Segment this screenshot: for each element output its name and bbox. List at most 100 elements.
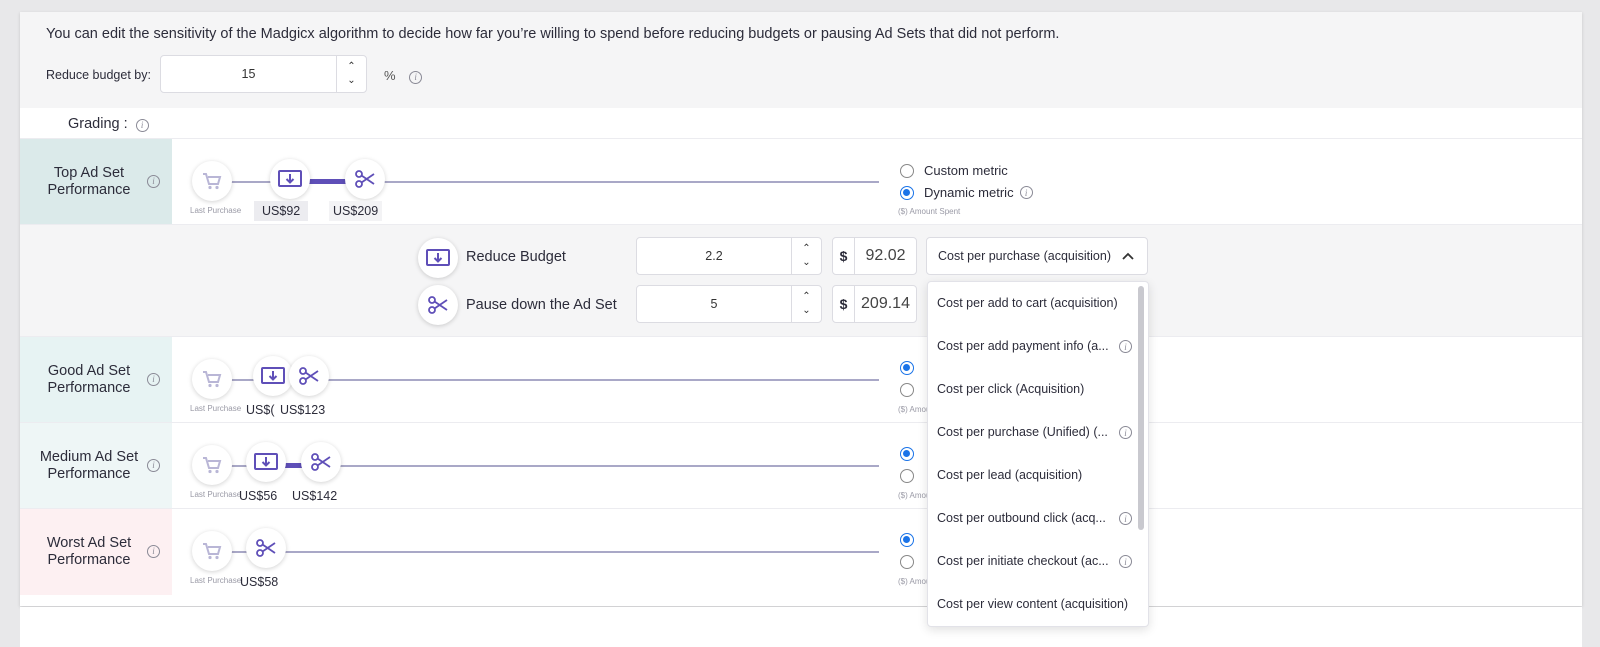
info-icon[interactable]: i	[1019, 186, 1033, 199]
amount-spent-caption: ($) Amount Spent	[898, 207, 961, 216]
dynamic-metric-radio[interactable]	[900, 469, 924, 483]
money-down-icon	[418, 238, 458, 278]
currency-symbol: $	[833, 286, 855, 322]
medium-adset-label: Medium Ad Set Performance i	[20, 423, 172, 508]
dynamic-metric-radio[interactable]: Dynamic metric i	[900, 185, 1033, 200]
custom-metric-radio[interactable]	[900, 533, 924, 547]
pause-multiplier-stepper[interactable]: ⌃ ⌄	[791, 286, 821, 322]
dynamic-metric-radio[interactable]	[900, 555, 924, 569]
metric-option[interactable]: Cost per outbound click (acq...	[937, 511, 1106, 525]
currency-symbol: $	[833, 238, 855, 274]
chevron-up-icon[interactable]: ⌃	[802, 292, 810, 302]
radio-button[interactable]	[900, 555, 914, 569]
metric-dropdown[interactable]: Cost per add to cart (acquisition) Cost …	[927, 281, 1149, 627]
pause-adset-action-label: Pause down the Ad Set	[466, 297, 617, 313]
reduce-budget-value[interactable]: 15	[161, 56, 336, 92]
good-adset-label-text: Good Ad Set Performance	[47, 362, 131, 396]
dropdown-scrollbar[interactable]	[1138, 286, 1144, 530]
pause-amount-label: US$123	[280, 403, 326, 417]
amount-spent-caption: ($) Amou	[898, 491, 931, 500]
worst-adset-label: Worst Ad Set Performance i	[20, 509, 172, 595]
settings-card: You can edit the sensitivity of the Madg…	[20, 12, 1582, 606]
dynamic-metric-label: Dynamic metric	[924, 185, 1014, 200]
scissors-icon[interactable]	[246, 528, 286, 568]
radio-button[interactable]	[900, 469, 914, 483]
pause-amount-label: US$58	[240, 575, 279, 589]
radio-button-selected[interactable]	[900, 533, 914, 547]
custom-metric-radio[interactable]	[900, 447, 924, 461]
grading-label: Grading :	[68, 116, 128, 132]
worst-adset-label-text: Worst Ad Set Performance	[46, 535, 132, 568]
info-icon[interactable]: i	[147, 545, 160, 558]
scissors-icon[interactable]	[345, 159, 385, 199]
dynamic-metric-radio[interactable]	[900, 383, 924, 397]
metric-option[interactable]: Cost per purchase (Unified) (...	[937, 425, 1108, 439]
pause-amount-value[interactable]: 209.14	[855, 286, 916, 322]
custom-metric-radio[interactable]	[900, 361, 924, 375]
metric-option[interactable]: Cost per add to cart (acquisition)	[937, 296, 1118, 310]
money-down-icon[interactable]	[246, 442, 286, 482]
info-icon[interactable]: i	[1119, 426, 1132, 439]
radio-button-selected[interactable]	[900, 447, 914, 461]
cart-icon	[192, 161, 232, 201]
pause-amount-field[interactable]: $ 209.14	[832, 285, 917, 323]
top-adset-label-text: Top Ad Set Performance	[47, 164, 131, 198]
last-purchase-caption: Last Purchase	[190, 576, 242, 585]
header-section: You can edit the sensitivity of the Madg…	[20, 12, 1582, 108]
reduce-budget-input[interactable]: 15 ⌃ ⌄	[160, 55, 367, 93]
chevron-up-icon[interactable]: ⌃	[347, 62, 355, 72]
next-section-card	[20, 607, 1582, 647]
cart-icon	[192, 445, 232, 485]
info-icon[interactable]: i	[147, 458, 160, 472]
metric-select[interactable]: Cost per purchase (acquisition)	[926, 237, 1148, 275]
reduce-multiplier-input[interactable]: 2.2 ⌃ ⌄	[636, 237, 822, 275]
reduce-amount-value[interactable]: 92.02	[855, 238, 916, 274]
custom-metric-radio[interactable]: Custom metric	[900, 163, 1008, 178]
chevron-down-icon[interactable]: ⌄	[347, 76, 355, 86]
scissors-icon	[418, 285, 458, 325]
radio-button-selected[interactable]	[900, 361, 914, 375]
info-icon[interactable]: i	[147, 174, 160, 188]
metric-option[interactable]: Cost per initiate checkout (ac...	[937, 554, 1109, 568]
pause-multiplier-value[interactable]: 5	[637, 286, 791, 322]
metric-select-value: Cost per purchase (acquisition)	[938, 249, 1111, 263]
good-adset-row: Good Ad Set Performance i Last Purchase …	[20, 336, 1582, 422]
reduce-budget-stepper[interactable]: ⌃ ⌄	[336, 56, 366, 92]
pause-multiplier-input[interactable]: 5 ⌃ ⌄	[636, 285, 822, 323]
chevron-down-icon[interactable]: ⌄	[802, 258, 810, 268]
last-purchase-caption: Last Purchase	[190, 490, 242, 499]
money-down-icon[interactable]	[270, 159, 310, 199]
chevron-up-icon[interactable]	[1121, 250, 1135, 262]
reduce-amount-field[interactable]: $ 92.02	[832, 237, 917, 275]
threshold-track	[212, 551, 879, 553]
info-icon[interactable]: i	[135, 118, 149, 132]
radio-button[interactable]	[900, 163, 914, 178]
chevron-up-icon[interactable]: ⌃	[802, 244, 810, 254]
chevron-down-icon[interactable]: ⌄	[802, 306, 810, 316]
metric-option[interactable]: Cost per lead (acquisition)	[937, 468, 1082, 482]
info-icon[interactable]: i	[1119, 555, 1132, 568]
scissors-icon[interactable]	[301, 442, 341, 482]
radio-button-selected[interactable]	[900, 185, 914, 200]
amount-spent-caption: ($) Amou	[898, 577, 931, 586]
info-icon[interactable]: i	[409, 70, 423, 84]
reduce-multiplier-value[interactable]: 2.2	[637, 238, 791, 274]
metric-option[interactable]: Cost per add payment info (a...	[937, 339, 1109, 353]
medium-adset-row: Medium Ad Set Performance i Last Purchas…	[20, 422, 1582, 508]
money-down-icon[interactable]	[253, 356, 293, 396]
cart-icon	[192, 359, 232, 399]
reduce-multiplier-stepper[interactable]: ⌃ ⌄	[791, 238, 821, 274]
top-adset-row: Top Ad Set Performance i Last Purchase U…	[20, 138, 1582, 224]
info-icon[interactable]: i	[147, 372, 160, 386]
scissors-icon[interactable]	[289, 356, 329, 396]
metric-option[interactable]: Cost per view content (acquisition)	[937, 597, 1128, 611]
pause-amount-label: US$142	[292, 489, 338, 503]
metric-option[interactable]: Cost per click (Acquisition)	[937, 382, 1084, 396]
radio-button[interactable]	[900, 383, 914, 397]
info-icon[interactable]: i	[1119, 340, 1132, 353]
top-adset-label: Top Ad Set Performance i	[20, 139, 172, 224]
info-icon[interactable]: i	[1119, 512, 1132, 525]
custom-metric-label: Custom metric	[924, 163, 1008, 178]
amount-spent-caption: ($) Amou	[898, 405, 931, 414]
medium-adset-label-text: Medium Ad Set Performance	[39, 448, 139, 482]
